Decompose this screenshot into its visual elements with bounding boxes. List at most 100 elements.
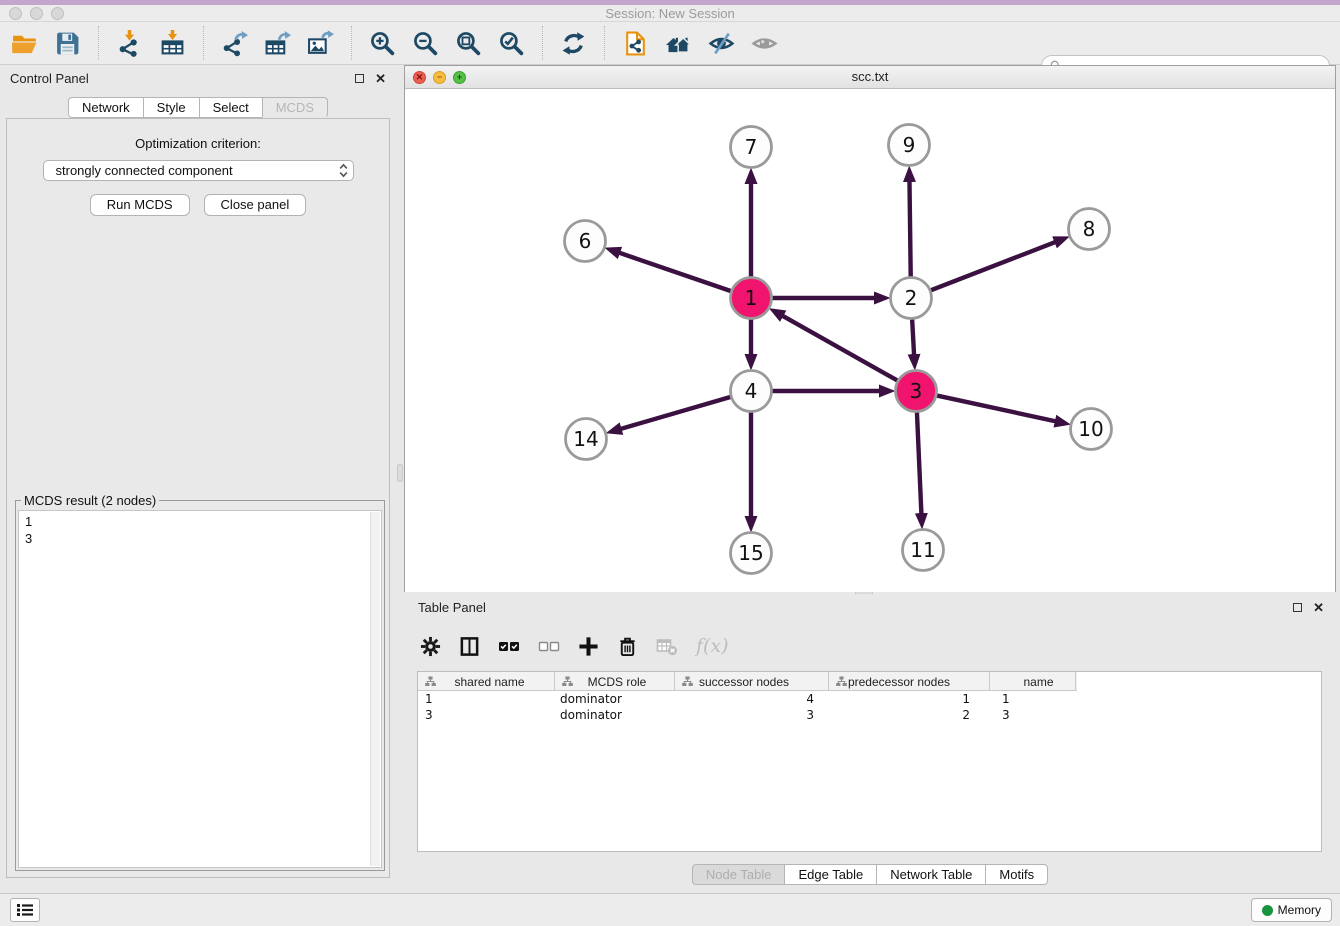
graph-node-15[interactable]: 15: [731, 533, 772, 574]
table-toolbar: f(x): [420, 626, 729, 666]
task-history-button[interactable]: [10, 898, 40, 922]
zoom-fit-icon[interactable]: [454, 28, 482, 58]
graph-node-8[interactable]: 8: [1069, 209, 1110, 250]
hide-graphics-details-icon[interactable]: [707, 28, 735, 58]
svg-text:15: 15: [738, 541, 763, 565]
graph-node-14[interactable]: 14: [566, 419, 607, 460]
network-window-title: scc.txt: [405, 69, 1335, 84]
float-panel-icon[interactable]: [355, 74, 364, 83]
column-header-name[interactable]: name: [990, 672, 1076, 691]
control-panel-title: Control Panel: [10, 71, 89, 86]
column-header-shared-name[interactable]: shared name: [418, 672, 555, 691]
toolbar-separator: [542, 26, 543, 60]
graph-node-6[interactable]: 6: [565, 221, 606, 262]
panel-splitter-handle[interactable]: [397, 464, 403, 482]
column-header-predecessor-nodes[interactable]: predecessor nodes: [829, 672, 990, 691]
graph-node-7[interactable]: 7: [731, 127, 772, 168]
cell[interactable]: 3: [675, 707, 829, 723]
graph-edge-2-3[interactable]: [912, 319, 914, 354]
table-tabs: Node TableEdge TableNetwork TableMotifs: [404, 864, 1336, 885]
close-panel-button[interactable]: Close panel: [204, 194, 307, 216]
graph-edge-3-10[interactable]: [937, 396, 1055, 422]
mcds-result-list[interactable]: 13: [18, 510, 382, 868]
table-settings-icon[interactable]: [420, 636, 441, 657]
cell[interactable]: dominator: [555, 691, 675, 707]
select-all-columns-icon[interactable]: [498, 635, 520, 657]
graph-edge-4-14[interactable]: [621, 397, 730, 429]
share-document-icon[interactable]: [621, 28, 649, 58]
zoom-in-icon[interactable]: [368, 28, 396, 58]
result-line: 3: [25, 530, 375, 547]
zoom-selected-icon[interactable]: [497, 28, 525, 58]
svg-text:10: 10: [1078, 417, 1103, 441]
zoom-out-icon[interactable]: [411, 28, 439, 58]
export-table-icon[interactable]: [263, 28, 291, 58]
cell[interactable]: 1: [418, 691, 555, 707]
delete-column-icon[interactable]: [617, 636, 638, 657]
control-panel-tabs: NetworkStyleSelectMCDS: [0, 97, 396, 118]
mcds-result-group: MCDS result (2 nodes) 13: [15, 493, 385, 871]
column-header-mcds-role[interactable]: MCDS role: [555, 672, 675, 691]
split-columns-icon[interactable]: [459, 636, 480, 657]
toolbar-separator: [98, 26, 99, 60]
result-scrollbar[interactable]: [370, 512, 380, 866]
cell[interactable]: 3: [418, 707, 555, 723]
graph-node-9[interactable]: 9: [889, 125, 930, 166]
table-row[interactable]: 1dominator411: [418, 691, 1321, 707]
graph-edge-3-1[interactable]: [783, 316, 897, 381]
tab-node-table[interactable]: Node Table: [692, 864, 785, 885]
cell[interactable]: 1: [990, 691, 1076, 707]
graph-edge-2-9[interactable]: [909, 181, 910, 276]
svg-text:2: 2: [905, 286, 918, 310]
save-session-icon[interactable]: [53, 28, 81, 58]
tab-style[interactable]: Style: [143, 97, 199, 118]
close-panel-icon[interactable]: ✕: [1313, 603, 1324, 612]
export-network-icon[interactable]: [220, 28, 248, 58]
table-row[interactable]: 3dominator323: [418, 707, 1321, 723]
cell[interactable]: 1: [829, 691, 990, 707]
graph-edge-3-11[interactable]: [917, 412, 921, 513]
graph-node-2[interactable]: 2: [891, 278, 932, 319]
cell[interactable]: 4: [675, 691, 829, 707]
memory-button[interactable]: Memory: [1251, 898, 1332, 922]
network-window-titlebar[interactable]: ✕ − + scc.txt: [405, 66, 1335, 89]
cell[interactable]: 3: [990, 707, 1076, 723]
column-header-successor-nodes[interactable]: successor nodes: [675, 672, 829, 691]
graph-edge-2-8[interactable]: [931, 242, 1055, 290]
add-column-icon[interactable]: [578, 636, 599, 657]
criterion-selected-value: strongly connected component: [56, 163, 338, 178]
network-canvas[interactable]: 7 9 6 8 1 2 4 3 14 10 15 11: [405, 89, 1335, 592]
tab-motifs[interactable]: Motifs: [985, 864, 1048, 885]
svg-text:1: 1: [745, 286, 758, 310]
task-list-icon: [17, 903, 33, 917]
tab-select[interactable]: Select: [199, 97, 262, 118]
deselect-all-columns-icon[interactable]: [538, 635, 560, 657]
tab-network[interactable]: Network: [68, 97, 143, 118]
svg-text:3: 3: [910, 379, 923, 403]
import-network-icon[interactable]: [115, 28, 143, 58]
cell[interactable]: dominator: [555, 707, 675, 723]
tab-mcds[interactable]: MCDS: [262, 97, 328, 118]
svg-text:11: 11: [910, 538, 935, 562]
import-table-icon[interactable]: [158, 28, 186, 58]
tab-network-table[interactable]: Network Table: [876, 864, 985, 885]
export-image-icon[interactable]: [306, 28, 334, 58]
criterion-dropdown[interactable]: strongly connected component: [43, 160, 354, 181]
graph-node-11[interactable]: 11: [903, 530, 944, 571]
graph-edge-1-6[interactable]: [620, 253, 731, 291]
home-icon[interactable]: [664, 28, 692, 58]
app-title: Session: New Session: [0, 5, 1340, 22]
graph-node-1[interactable]: 1: [731, 278, 772, 319]
show-graphics-details-icon[interactable]: [750, 28, 778, 58]
graph-node-10[interactable]: 10: [1071, 409, 1112, 450]
close-panel-icon[interactable]: ✕: [375, 74, 386, 83]
open-session-icon[interactable]: [10, 28, 38, 58]
float-panel-icon[interactable]: [1293, 603, 1302, 612]
refresh-icon[interactable]: [559, 28, 587, 58]
tab-edge-table[interactable]: Edge Table: [784, 864, 876, 885]
graph-node-3[interactable]: 3: [896, 371, 937, 412]
run-mcds-button[interactable]: Run MCDS: [90, 194, 190, 216]
graph-node-4[interactable]: 4: [731, 371, 772, 412]
result-line: 1: [25, 513, 375, 530]
cell[interactable]: 2: [829, 707, 990, 723]
